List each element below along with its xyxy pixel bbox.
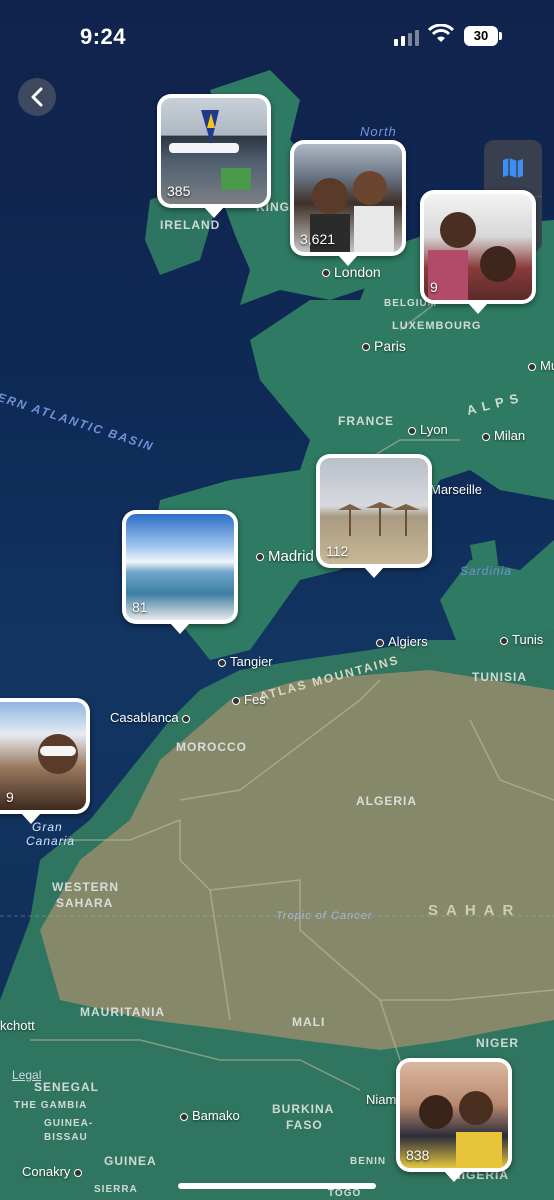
country-guinea-bissau-1: GUINEA- — [44, 1118, 94, 1129]
label-tropic-of-cancer: Tropic of Cancer — [276, 910, 373, 922]
chevron-left-icon — [31, 87, 43, 107]
city-niamey: Niam — [366, 1092, 397, 1107]
map-mode-button[interactable] — [484, 140, 542, 196]
photo-count: 112 — [326, 543, 349, 559]
city-algiers: Algiers — [376, 634, 428, 649]
wifi-icon — [428, 24, 454, 42]
city-nouakchott: kchott — [0, 1018, 35, 1033]
country-burkina: BURKINA — [272, 1102, 335, 1116]
photo-thumbnail-sunglasses: 9 — [0, 702, 86, 810]
country-algeria: ALGERIA — [356, 794, 417, 808]
country-mali: MALI — [292, 1015, 326, 1029]
photo-count: 385 — [167, 183, 191, 199]
city-milan: Milan — [482, 428, 525, 443]
country-sahara: SAHARA — [56, 896, 114, 910]
label-canaria: Canaria — [26, 834, 76, 848]
photo-count: 3,621 — [300, 231, 336, 247]
city-munich: Mu — [528, 358, 554, 373]
country-ireland: IRELAND — [160, 218, 221, 232]
cellular-signal-icon — [394, 30, 419, 46]
map-icon — [503, 158, 523, 178]
label-sardinia: Sardinia — [460, 564, 513, 578]
city-fes: Fes — [232, 692, 266, 707]
photo-pin-portugal[interactable]: 81 — [122, 510, 238, 634]
photo-count: 838 — [406, 1147, 430, 1163]
country-guinea-bissau-2: BISSAU — [44, 1132, 88, 1143]
country-morocco: MOROCCO — [176, 740, 247, 754]
city-casablanca: Casablanca — [110, 710, 194, 725]
photo-thumbnail-friends: 9 — [424, 194, 532, 300]
city-tangier: Tangier — [218, 654, 273, 669]
photo-pin-canary[interactable]: 9 — [0, 698, 90, 824]
photo-map-screen: 9:24 30 North ERN ATLANTIC BASIN Sardini… — [0, 0, 554, 1200]
city-paris: Paris — [362, 338, 406, 354]
photo-count: 9 — [430, 279, 438, 295]
photo-thumbnail-selfie-stadium: 3,621 — [294, 144, 402, 252]
city-conakry: Conakry — [22, 1164, 86, 1179]
back-button[interactable] — [18, 78, 56, 116]
region-sahara: SAHAR — [428, 902, 522, 919]
status-bar: 9:24 30 — [0, 0, 554, 70]
land-sahara — [40, 670, 554, 1050]
city-tunis: Tunis — [500, 632, 543, 647]
battery-tip — [499, 32, 502, 40]
home-indicator[interactable] — [178, 1183, 376, 1189]
country-luxembourg: LUXEMBOURG — [392, 320, 482, 332]
battery-icon: 30 — [464, 26, 498, 46]
country-gambia: THE GAMBIA — [14, 1100, 88, 1111]
people-image — [428, 212, 516, 300]
photo-pin-nigeria[interactable]: 838 — [396, 1058, 512, 1182]
country-sierra: SIERRA — [94, 1184, 138, 1195]
country-mauritania: MAURITANIA — [80, 1005, 166, 1019]
photo-pin-marseille[interactable]: 112 — [316, 454, 432, 578]
country-western: WESTERN — [52, 880, 119, 894]
photo-thumbnail-sea: 81 — [126, 514, 234, 620]
photo-count: 9 — [6, 789, 14, 805]
status-time: 9:24 — [80, 24, 127, 49]
country-benin: BENIN — [350, 1156, 387, 1167]
city-madrid: Madrid — [256, 548, 314, 565]
country-togo: TOGO — [328, 1188, 362, 1199]
photo-thumbnail-two-friends: 838 — [400, 1062, 508, 1168]
photo-count: 81 — [132, 599, 148, 615]
country-france: FRANCE — [338, 414, 394, 428]
photo-pin-belgium[interactable]: 9 — [420, 190, 536, 314]
city-london: London — [322, 264, 381, 280]
country-senegal: SENEGAL — [34, 1080, 100, 1094]
city-bamako: Bamako — [180, 1108, 240, 1123]
country-niger: NIGER — [476, 1036, 520, 1050]
country-guinea: GUINEA — [104, 1154, 157, 1168]
photo-pin-london[interactable]: 3,621 — [290, 140, 406, 266]
photo-thumbnail-beach: 112 — [320, 458, 428, 564]
city-lyon: Lyon — [408, 422, 448, 437]
city-marseille: Marseille — [430, 482, 483, 497]
photo-pin-ireland[interactable]: 385 — [157, 94, 271, 218]
photo-thumbnail-airport: 385 — [161, 98, 267, 204]
label-north-sea: North — [360, 124, 397, 139]
legal-link[interactable]: Legal — [12, 1068, 41, 1082]
country-faso: FASO — [286, 1118, 323, 1132]
country-tunisia: TUNISIA — [472, 670, 527, 684]
map-canvas[interactable] — [0, 0, 554, 1200]
